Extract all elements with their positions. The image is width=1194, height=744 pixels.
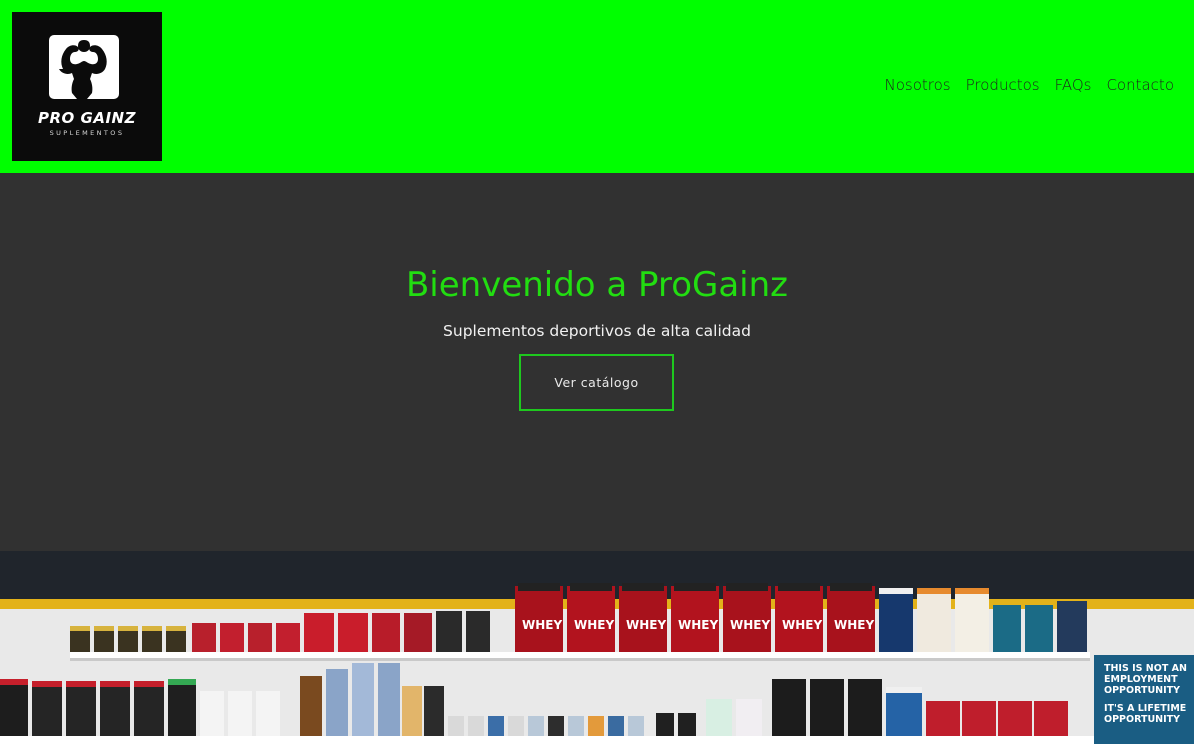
view-catalog-button[interactable]: Ver catálogo bbox=[519, 354, 674, 411]
jar-label: WHEY bbox=[522, 618, 562, 632]
jar-label: WHEY bbox=[678, 618, 718, 632]
nav-link-contacto[interactable]: Contacto bbox=[1106, 76, 1174, 94]
logo-tagline: SUPLEMENTOS bbox=[49, 129, 125, 137]
bodybuilder-icon bbox=[49, 35, 119, 99]
nav-link-nosotros[interactable]: Nosotros bbox=[885, 76, 951, 94]
store-shelves-photo: WHEY WHEY WHEY WHEY WHEY WHEY WHEY THIS … bbox=[0, 551, 1194, 744]
progainz-logo[interactable]: PRO GAINZ SUPLEMENTOS bbox=[12, 12, 162, 161]
nav-link-productos[interactable]: Productos bbox=[966, 76, 1040, 94]
hero-section: Bienvenido a ProGainz Suplementos deport… bbox=[0, 173, 1194, 551]
jar-label: WHEY bbox=[730, 618, 770, 632]
motivational-poster: THIS IS NOT AN EMPLOYMENT OPPORTUNITY IT… bbox=[1094, 655, 1194, 744]
jar-label: WHEY bbox=[782, 618, 822, 632]
poster-line: OPPORTUNITY bbox=[1104, 714, 1181, 725]
hero-title: Bienvenido a ProGainz bbox=[405, 265, 789, 305]
shelves-illustration: WHEY WHEY WHEY WHEY WHEY WHEY WHEY bbox=[0, 551, 1194, 744]
jar-label: WHEY bbox=[834, 618, 874, 632]
hero-subtitle: Suplementos deportivos de alta calidad bbox=[443, 322, 751, 340]
poster-line: OPPORTUNITY bbox=[1104, 685, 1181, 696]
nav-link-faqs[interactable]: FAQs bbox=[1055, 76, 1092, 94]
main-nav: Nosotros Productos FAQs Contacto bbox=[885, 76, 1174, 94]
poster-line: EMPLOYMENT bbox=[1104, 674, 1178, 685]
jar-label: WHEY bbox=[626, 618, 666, 632]
site-header: PRO GAINZ SUPLEMENTOS Nosotros Productos… bbox=[0, 0, 1194, 173]
poster-line: IT'S A LIFETIME bbox=[1104, 703, 1187, 714]
logo-brand-text: PRO GAINZ bbox=[38, 109, 136, 127]
jar-label: WHEY bbox=[574, 618, 614, 632]
poster-line: THIS IS NOT AN bbox=[1104, 663, 1187, 674]
